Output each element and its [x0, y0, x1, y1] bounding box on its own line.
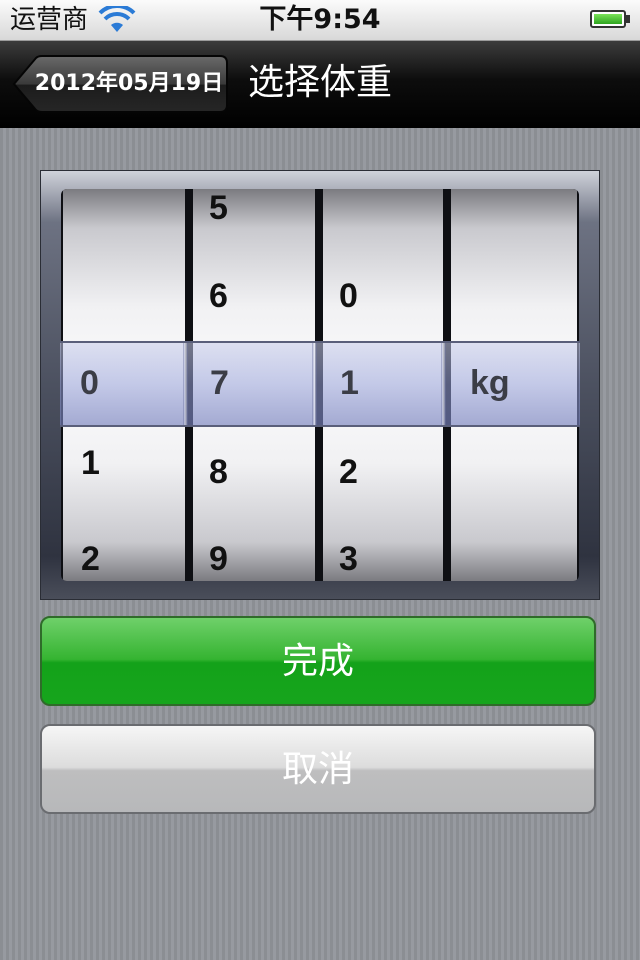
selection-divider: [441, 343, 446, 425]
battery-icon: [590, 10, 626, 28]
selected-unit: kg: [470, 364, 510, 402]
status-bar: 运营商 下午9:54: [0, 0, 640, 41]
navigation-bar: 2012年05月19日 选择体重: [0, 41, 640, 128]
selection-divider: [312, 343, 317, 425]
wheel-item: 2: [339, 453, 358, 491]
cancel-button[interactable]: 取消: [40, 724, 596, 814]
back-button[interactable]: 2012年05月19日: [12, 55, 228, 113]
selected-hundreds: 0: [80, 364, 99, 402]
wheel-item: 8: [209, 453, 228, 491]
wheel-item: 3: [339, 540, 358, 578]
wheel-item: 1: [81, 444, 100, 482]
selected-tens: 7: [210, 364, 229, 402]
back-button-label: 2012年05月19日: [34, 71, 224, 96]
selection-divider: [183, 343, 188, 425]
wheel-item: 2: [81, 540, 100, 578]
battery-tip: [626, 15, 630, 23]
status-time: 下午9:54: [259, 4, 381, 35]
picker-selection-indicator: 0 7 1 kg: [60, 341, 580, 427]
wheel-item: 9: [209, 540, 228, 578]
wheel-item: 6: [209, 277, 228, 315]
wheel-item: 0: [339, 277, 358, 315]
done-button[interactable]: 完成: [40, 616, 596, 706]
wheel-item: 5: [209, 189, 228, 227]
page-title: 选择体重: [248, 62, 393, 103]
selected-ones: 1: [340, 364, 359, 402]
